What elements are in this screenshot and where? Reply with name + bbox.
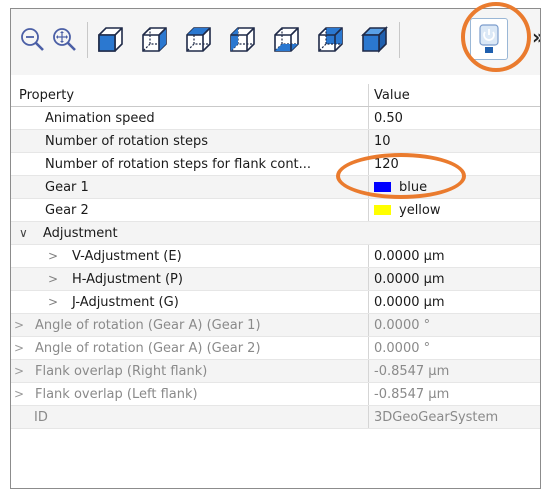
header-property[interactable]: Property <box>11 84 369 106</box>
row-label: V-Adjustment (E) <box>72 248 182 264</box>
row-label: Animation speed <box>45 110 155 126</box>
property-grid: Property Value Animation speed 0.50 Numb… <box>11 84 540 429</box>
color-swatch <box>374 182 391 192</box>
toolbar-overflow-button[interactable]: » <box>532 27 540 47</box>
grid-row-id[interactable]: ID 3DGeoGearSystem <box>11 406 540 429</box>
grid-row-animation-speed[interactable]: Animation speed 0.50 <box>11 107 540 130</box>
row-label: Angle of rotation (Gear A) (Gear 2) <box>35 340 261 356</box>
grid-row-flank-overlap-right[interactable]: > Flank overlap (Right flank) -0.8547 µm <box>11 360 540 383</box>
chevron-right-icon[interactable]: > <box>48 249 72 263</box>
grid-row-flank-rotation-steps[interactable]: Number of rotation steps for flank cont.… <box>11 153 540 176</box>
row-value: 3DGeoGearSystem <box>374 409 499 425</box>
row-value[interactable]: yellow <box>399 203 441 218</box>
chevron-right-icon[interactable]: > <box>14 341 35 355</box>
properties-panel: » Property Value Animation speed 0.50 Nu… <box>10 8 541 489</box>
cube-view-icon <box>98 27 123 52</box>
view-2-button[interactable] <box>135 20 175 60</box>
row-value[interactable]: blue <box>399 180 427 195</box>
grid-row-gear-2[interactable]: Gear 2 yellow <box>11 199 540 222</box>
view-5-button[interactable] <box>267 20 307 60</box>
row-label: Adjustment <box>43 225 118 241</box>
chevron-right-icon[interactable]: > <box>14 318 35 332</box>
grid-row-flank-overlap-left[interactable]: > Flank overlap (Left flank) -0.8547 µm <box>11 383 540 406</box>
row-value[interactable]: 0.0000 µm <box>374 249 445 264</box>
row-label: Number of rotation steps for flank cont.… <box>45 156 312 172</box>
row-value[interactable]: 120 <box>374 157 399 172</box>
chevron-down-icon[interactable]: ∨ <box>19 226 43 240</box>
cube-solid-icon <box>361 26 388 53</box>
cube-view-icon <box>318 27 343 52</box>
chevron-right-icon[interactable]: > <box>48 272 72 286</box>
color-swatch <box>374 205 391 215</box>
grid-row-angle-gear-1[interactable]: > Angle of rotation (Gear A) (Gear 1) 0.0… <box>11 314 540 337</box>
row-value: 0.0000 ° <box>374 340 431 356</box>
zoom-out-icon <box>21 28 44 51</box>
row-value: 0.0000 ° <box>374 317 431 333</box>
row-label: Gear 1 <box>45 179 89 195</box>
cube-view-icon <box>186 27 211 52</box>
header-value[interactable]: Value <box>374 84 540 106</box>
view-1-button[interactable] <box>91 20 131 60</box>
row-value: -0.8547 µm <box>374 363 450 379</box>
toolbar-separator <box>87 22 88 58</box>
row-value[interactable]: 0.0000 µm <box>374 295 445 310</box>
cube-view-icon <box>274 27 299 52</box>
view-4-button[interactable] <box>223 20 263 60</box>
zoom-fit-button[interactable] <box>45 20 85 60</box>
view-iso-button[interactable] <box>355 20 395 60</box>
row-label: ID <box>34 409 48 425</box>
grid-row-angle-gear-2[interactable]: > Angle of rotation (Gear A) (Gear 2) 0.0… <box>11 337 540 360</box>
row-label: Flank overlap (Left flank) <box>35 386 198 402</box>
toolbar: » <box>11 9 540 75</box>
row-label: Flank overlap (Right flank) <box>35 363 208 379</box>
row-label: Gear 2 <box>45 202 89 218</box>
cube-view-icon <box>142 27 167 52</box>
view-3-button[interactable] <box>179 20 219 60</box>
grid-row-adjustment-group[interactable]: ∨ Adjustment <box>11 222 540 245</box>
toolbar-separator <box>399 22 400 58</box>
chevron-right-icon[interactable]: > <box>14 387 35 401</box>
row-value: -0.8547 µm <box>374 386 450 402</box>
chevron-right-icon[interactable]: > <box>48 295 72 309</box>
grid-row-v-adjustment[interactable]: > V-Adjustment (E) 0.0000 µm <box>11 245 540 268</box>
grid-header: Property Value <box>11 84 540 107</box>
view-6-button[interactable] <box>311 20 351 60</box>
grid-row-rotation-steps[interactable]: Number of rotation steps 10 <box>11 130 540 153</box>
row-value[interactable]: 0.0000 µm <box>374 272 445 287</box>
row-label: H-Adjustment (P) <box>72 271 183 287</box>
grid-row-h-adjustment[interactable]: > H-Adjustment (P) 0.0000 µm <box>11 268 540 291</box>
row-value[interactable]: 0.50 <box>374 111 403 126</box>
row-value[interactable]: 10 <box>374 134 391 149</box>
cube-view-icon <box>230 27 255 52</box>
power-tool-button[interactable] <box>470 18 508 60</box>
grid-row-j-adjustment[interactable]: > J-Adjustment (G) 0.0000 µm <box>11 291 540 314</box>
row-label: J-Adjustment (G) <box>72 294 179 310</box>
row-label: Angle of rotation (Gear A) (Gear 1) <box>35 317 261 333</box>
row-label: Number of rotation steps <box>45 133 209 149</box>
zoom-fit-icon <box>53 28 76 51</box>
chevron-right-icon[interactable]: > <box>14 364 35 378</box>
power-icon <box>479 24 499 53</box>
grid-row-gear-1[interactable]: Gear 1 blue <box>11 176 540 199</box>
